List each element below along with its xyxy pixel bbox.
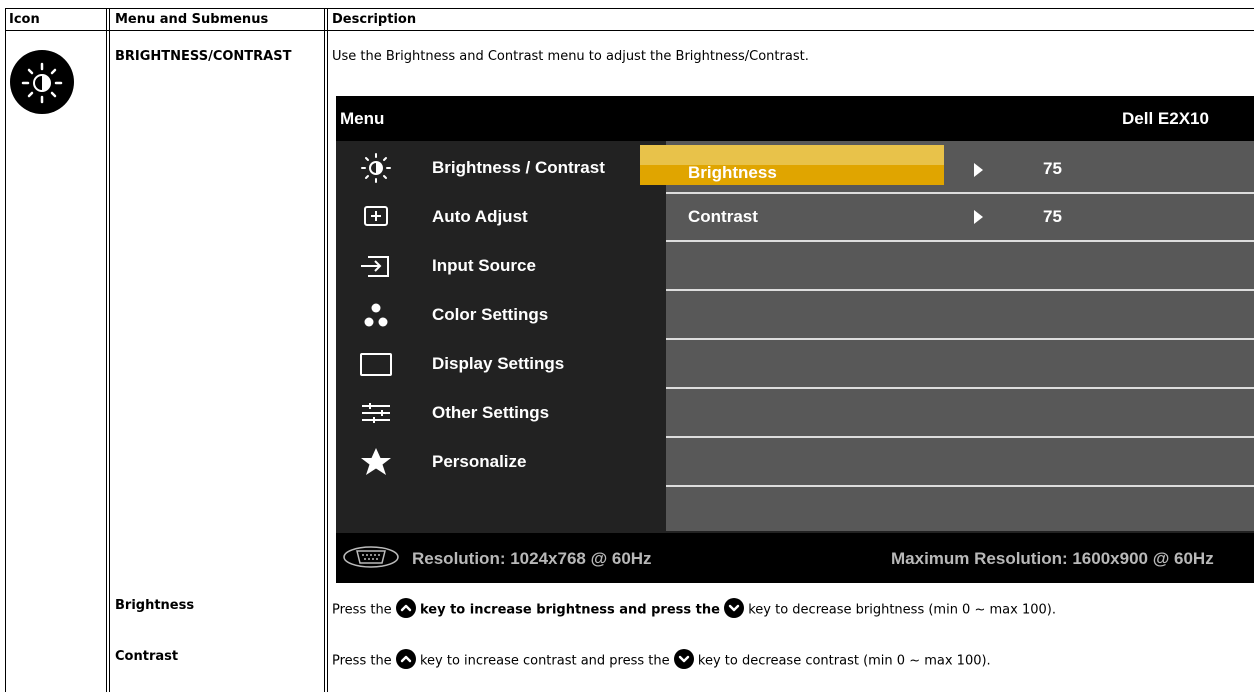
osd-menu-label: Display Settings bbox=[432, 354, 565, 373]
row-name-brightness: Brightness bbox=[115, 598, 195, 613]
osd-contrast-value: 75 bbox=[1043, 207, 1062, 226]
brightness-contrast-icon bbox=[10, 50, 74, 114]
osd-menu-brightness-contrast[interactable]: Brightness / Contrast bbox=[336, 145, 666, 193]
header-menu: Menu and Submenus bbox=[115, 12, 269, 27]
desc-text: key to increase contrast and press the bbox=[419, 653, 670, 669]
row-name-contrast: Contrast bbox=[115, 649, 179, 664]
up-key-icon bbox=[395, 598, 416, 618]
table-border-top bbox=[5, 8, 1254, 9]
column-divider-1 bbox=[106, 8, 107, 692]
osd-menu-personalize[interactable]: Personalize bbox=[336, 439, 666, 487]
osd-submenu-divider bbox=[666, 192, 1254, 194]
osd-menu-display-settings[interactable]: Display Settings bbox=[336, 341, 666, 389]
osd-submenu-contrast[interactable]: Contrast bbox=[688, 207, 758, 227]
input-source-icon bbox=[361, 256, 389, 277]
up-key-icon bbox=[395, 649, 416, 669]
osd-menu-label: Personalize bbox=[432, 452, 527, 471]
osd-selected-highlight bbox=[640, 145, 944, 185]
osd-menu-label: Auto Adjust bbox=[432, 207, 528, 226]
vga-connector-icon bbox=[343, 546, 399, 568]
row-desc-contrast: Press the key to increase contrast and p… bbox=[332, 649, 991, 671]
osd-status-bar: Resolution: 1024x768 @ 60Hz Maximum Reso… bbox=[336, 533, 1254, 583]
row-desc-brightness: Press the key to increase brightness and… bbox=[332, 598, 1056, 620]
osd-menu-label: Brightness / Contrast bbox=[432, 158, 605, 177]
desc-text: Press the bbox=[332, 602, 392, 618]
column-divider-1b bbox=[109, 8, 110, 692]
osd-menu-label: Input Source bbox=[432, 256, 536, 275]
osd-submenu-divider bbox=[666, 240, 1254, 242]
row-name-brightness-contrast: BRIGHTNESS/CONTRAST bbox=[115, 49, 292, 64]
header-icon: Icon bbox=[9, 12, 40, 27]
osd-submenu-divider bbox=[666, 289, 1254, 291]
osd-title-bar: Menu Dell E2X10 bbox=[336, 96, 1254, 141]
arrow-right-icon bbox=[974, 163, 983, 177]
column-divider-2 bbox=[324, 8, 325, 692]
desc-text: key to decrease brightness (min 0 ~ max … bbox=[748, 602, 1056, 618]
osd-menu-color-settings[interactable]: Color Settings bbox=[336, 292, 666, 340]
desc-text: key to increase brightness and press the bbox=[419, 602, 720, 618]
arrow-right-icon bbox=[974, 210, 983, 224]
color-settings-icon bbox=[364, 303, 388, 327]
osd-brightness-value: 75 bbox=[1043, 159, 1062, 178]
osd-menu-label: Other Settings bbox=[432, 403, 550, 422]
osd-submenu-divider bbox=[666, 485, 1254, 487]
star-icon bbox=[361, 448, 391, 475]
osd-resolution: Resolution: 1024x768 @ 60Hz bbox=[412, 549, 652, 568]
down-key-icon bbox=[724, 598, 745, 618]
table-border-left bbox=[5, 8, 6, 692]
osd-model-name: Dell E2X10 bbox=[1122, 109, 1209, 128]
header-description: Description bbox=[332, 12, 417, 27]
brightness-icon bbox=[361, 153, 391, 183]
osd-submenu-brightness[interactable]: Brightness bbox=[688, 163, 777, 183]
desc-text: Press the bbox=[332, 653, 392, 669]
osd-menu-screenshot: Menu Dell E2X10 Brightness 75 Contrast 7… bbox=[336, 96, 1254, 583]
osd-submenu-divider bbox=[666, 436, 1254, 438]
column-divider-2b bbox=[327, 8, 328, 692]
row-desc-brightness-contrast: Use the Brightness and Contrast menu to … bbox=[332, 49, 809, 64]
down-key-icon bbox=[673, 649, 694, 669]
osd-submenu-divider bbox=[666, 387, 1254, 389]
osd-menu-other-settings[interactable]: Other Settings bbox=[336, 390, 666, 438]
other-settings-icon bbox=[362, 403, 390, 423]
osd-submenu-panel bbox=[666, 141, 1254, 531]
osd-submenu-divider bbox=[666, 338, 1254, 340]
osd-menu-input-source[interactable]: Input Source bbox=[336, 243, 666, 291]
osd-menu-label: Color Settings bbox=[432, 305, 549, 324]
auto-adjust-icon bbox=[364, 206, 388, 226]
osd-max-resolution: Maximum Resolution: 1600x900 @ 60Hz bbox=[891, 549, 1214, 568]
desc-text: key to decrease contrast (min 0 ~ max 10… bbox=[697, 653, 991, 669]
osd-menu-auto-adjust[interactable]: Auto Adjust bbox=[336, 194, 666, 242]
display-settings-icon bbox=[360, 353, 392, 376]
osd-title: Menu bbox=[340, 109, 385, 128]
header-divider bbox=[5, 30, 1254, 31]
